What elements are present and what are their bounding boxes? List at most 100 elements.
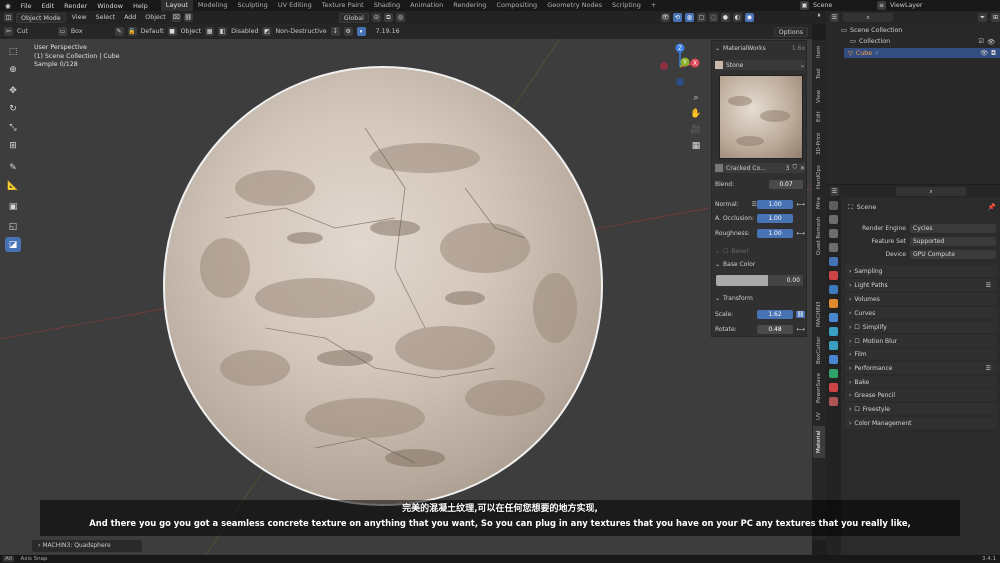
rotate-field[interactable]: 0.48 bbox=[757, 324, 793, 334]
ao-field[interactable]: 1.00 bbox=[757, 213, 793, 223]
scale-tool-icon[interactable]: ⤡ bbox=[5, 120, 21, 135]
camera-icon[interactable]: ◘ bbox=[991, 50, 996, 57]
section-simplify[interactable]: › ☐ Simplify bbox=[845, 321, 997, 333]
tab-rendering[interactable]: Rendering bbox=[448, 0, 491, 11]
cut-label[interactable]: Cut bbox=[17, 28, 28, 35]
properties-search-input[interactable]: ⌕ bbox=[896, 186, 966, 196]
tool-tab-icon[interactable] bbox=[829, 201, 838, 210]
outliner-scene-collection[interactable]: ▭ Scene Collection bbox=[841, 27, 902, 34]
menu-window[interactable]: Window bbox=[92, 2, 128, 10]
shading-material-icon[interactable]: ◐ bbox=[732, 13, 742, 22]
transform-row[interactable]: ⌄ Transform bbox=[715, 293, 805, 303]
default-label[interactable]: Default bbox=[141, 28, 164, 35]
section-bake[interactable]: › Bake bbox=[845, 376, 997, 388]
scene-tab-icon[interactable] bbox=[829, 257, 838, 266]
tab-scripting[interactable]: Scripting bbox=[607, 0, 646, 11]
menu-add[interactable]: Add bbox=[121, 14, 139, 21]
boxcutter-tool-icon[interactable]: ◱ bbox=[5, 219, 21, 234]
texture-tab-icon[interactable] bbox=[829, 397, 838, 406]
sidebar-tab-3d-print[interactable]: 3D-Print bbox=[813, 128, 825, 160]
snap-icon[interactable]: ⧉ bbox=[383, 13, 393, 22]
menu-help[interactable]: Help bbox=[128, 2, 153, 10]
section-motion-blur[interactable]: › ☐ Motion Blur bbox=[845, 335, 997, 347]
menu-file[interactable]: File bbox=[16, 2, 37, 10]
render-tab-icon[interactable] bbox=[829, 215, 838, 224]
link-icon[interactable]: ⛓ bbox=[183, 13, 193, 22]
eye-icon[interactable]: 👁 bbox=[987, 38, 995, 46]
view-layer-tab-icon[interactable] bbox=[829, 243, 838, 252]
feature-set-dropdown[interactable]: Supported bbox=[910, 237, 996, 246]
sidebar-tab-material[interactable]: Material bbox=[813, 426, 825, 458]
normal-field[interactable]: 1.00 bbox=[757, 199, 793, 209]
sidebar-tab-boxcutter[interactable]: BoxCutter bbox=[813, 332, 825, 368]
base-color-row[interactable]: ⌄ Base Color bbox=[715, 259, 805, 269]
material-tab-icon[interactable] bbox=[829, 383, 838, 392]
outliner-cube-row[interactable]: ▽ Cube ▿ 👁 ◘ bbox=[844, 48, 1000, 58]
move-tool-icon[interactable]: ✥ bbox=[5, 83, 21, 98]
outliner-search-input[interactable]: ⌕ bbox=[843, 12, 893, 22]
outliner-collection-row[interactable]: ▭ Collection ☑ 👁 bbox=[850, 38, 995, 46]
sidebar-tab-edit[interactable]: Edit bbox=[813, 108, 825, 126]
shading-rendered-icon[interactable]: ◉ bbox=[744, 13, 754, 22]
menu-object[interactable]: Object bbox=[142, 14, 169, 21]
visibility-icon[interactable]: 👁 bbox=[660, 13, 670, 22]
zoom-icon[interactable]: ⌕ bbox=[690, 90, 702, 106]
rotate-tool-icon[interactable]: ↻ bbox=[5, 101, 21, 116]
collection-tab-icon[interactable] bbox=[829, 285, 838, 294]
add-workspace-icon[interactable]: + bbox=[646, 0, 661, 11]
sidebar-tab-hardops[interactable]: HardOps bbox=[813, 162, 825, 192]
list-icon[interactable]: ☰ bbox=[986, 365, 991, 372]
pivot-icon[interactable]: ⊙ bbox=[371, 13, 381, 22]
new-collection-icon[interactable]: ⊞ bbox=[991, 12, 1000, 22]
swap-arrows-icon[interactable]: ⟷ bbox=[796, 201, 805, 208]
object-label[interactable]: Object bbox=[181, 28, 202, 35]
section-sampling[interactable]: › Sampling bbox=[845, 265, 997, 277]
pause-tool-icon[interactable]: ⏸ bbox=[356, 27, 366, 36]
proportional-icon[interactable]: ◎ bbox=[395, 13, 405, 22]
editor-type-icon[interactable]: ◫ bbox=[4, 13, 13, 22]
xray-icon[interactable]: ▢ bbox=[696, 13, 706, 22]
material-selector[interactable]: Stone ⌄ bbox=[715, 60, 805, 70]
grid-icon[interactable]: ▦ bbox=[205, 27, 215, 36]
mirror-icon[interactable]: ◧ bbox=[218, 27, 228, 36]
properties-editor-icon[interactable]: ☰ bbox=[830, 186, 839, 196]
sidebar-tab-tool[interactable]: Tool bbox=[813, 64, 825, 84]
checkbox-icon[interactable]: ☐ bbox=[723, 248, 728, 255]
pen-icon[interactable]: ✎ bbox=[114, 27, 124, 36]
box-label[interactable]: Box bbox=[71, 28, 83, 35]
machin3-quadsphere-panel[interactable]: › MACHIN3: Quadsphere bbox=[32, 540, 142, 552]
modifier-icon[interactable]: ⌧ bbox=[171, 13, 181, 22]
world-tab-icon[interactable] bbox=[829, 271, 838, 280]
tab-sculpting[interactable]: Sculpting bbox=[232, 0, 272, 11]
sidebar-tab-mira[interactable]: Mira bbox=[813, 194, 825, 212]
chevron-down-icon[interactable]: ⌄ bbox=[715, 45, 720, 52]
constraints-tab-icon[interactable] bbox=[829, 355, 838, 364]
roughness-field[interactable]: 1.00 bbox=[757, 228, 793, 238]
link-icon[interactable]: ⛓ bbox=[796, 310, 805, 318]
eye-icon[interactable]: 👁 bbox=[980, 49, 988, 57]
lock-icon[interactable]: 🔒 bbox=[127, 27, 137, 36]
navigation-gizmo[interactable]: Z X Y bbox=[655, 42, 705, 92]
checkbox-icon[interactable]: ☐ bbox=[854, 338, 859, 345]
grid-view-icon[interactable]: ▦ bbox=[690, 138, 702, 154]
blender-logo-icon[interactable]: ◉ bbox=[0, 2, 16, 10]
checkbox-icon[interactable]: ☐ bbox=[854, 324, 859, 331]
section-color-management[interactable]: › Color Management bbox=[845, 417, 997, 429]
shading-wire-icon[interactable]: ◌ bbox=[708, 13, 718, 22]
transform-tool-icon[interactable]: ⊞ bbox=[5, 138, 21, 153]
device-dropdown[interactable]: GPU Compute bbox=[910, 250, 996, 259]
swap-arrows-icon[interactable]: ⟷ bbox=[796, 230, 805, 237]
concrete-sphere-object[interactable] bbox=[163, 66, 603, 506]
mode-selector[interactable]: Object Mode bbox=[16, 12, 66, 23]
orientation-selector[interactable]: Global bbox=[338, 12, 369, 23]
texture-selector[interactable]: Cracked Co... 3 ⛉ ✕ bbox=[715, 163, 805, 173]
hardops-tool-icon[interactable]: ◪ bbox=[5, 237, 21, 252]
tab-uv-editing[interactable]: UV Editing bbox=[273, 0, 317, 11]
non-destructive-label[interactable]: Non-Destructive bbox=[275, 28, 326, 35]
swap-arrows-icon[interactable]: ⟷ bbox=[796, 326, 805, 333]
sidebar-tab-machin3[interactable]: MACHIN3 bbox=[813, 298, 825, 330]
list-icon[interactable]: ☰ bbox=[986, 282, 991, 289]
disabled-label[interactable]: Disabled bbox=[231, 28, 258, 35]
modifier-tab-icon[interactable] bbox=[829, 313, 838, 322]
add-cube-tool-icon[interactable]: ▣ bbox=[5, 199, 21, 214]
